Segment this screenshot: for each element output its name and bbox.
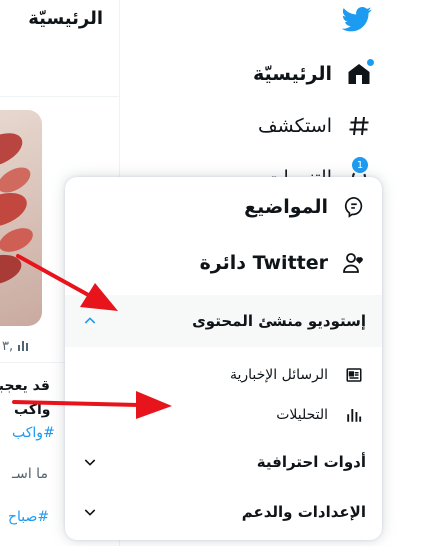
hashtag-link[interactable]: #واكب	[12, 425, 55, 441]
nav-item-label: استكشف	[257, 115, 332, 137]
timeline-text-line: واكب	[14, 402, 51, 418]
analytics-icon	[18, 341, 29, 351]
menu-item-label: إستوديو منشئ المحتوى	[192, 312, 366, 330]
menu-item-analytics[interactable]: التحليلات	[65, 393, 382, 437]
menu-item-twitter-circle[interactable]: دائرة Twitter	[65, 241, 382, 285]
chevron-up-icon	[81, 312, 99, 330]
menu-item-topics[interactable]: المواضيع	[65, 185, 382, 229]
timeline-text-line: ما اسـ	[12, 466, 48, 482]
user-heart-icon	[342, 251, 366, 275]
menu-item-label: الإعدادات والدعم	[241, 503, 366, 521]
newsletter-icon	[342, 363, 366, 387]
notification-badge: 1	[350, 155, 370, 175]
timeline-divider	[0, 96, 119, 97]
twitter-logo-icon[interactable]	[341, 4, 372, 34]
menu-item-creator-studio[interactable]: إستوديو منشئ المحتوى	[65, 295, 382, 347]
menu-item-professional-tools[interactable]: أدوات احترافية	[65, 437, 382, 487]
chevron-down-icon	[81, 453, 99, 471]
menu-item-label: المواضيع	[244, 196, 328, 218]
unread-dot	[367, 59, 374, 66]
topics-icon	[342, 195, 366, 219]
home-icon	[346, 59, 374, 87]
menu-item-label: أدوات احترافية	[256, 453, 366, 471]
nav-item-label: الرئيسيّة	[253, 63, 332, 85]
hashtag-icon	[346, 113, 372, 139]
menu-item-label: دائرة Twitter	[199, 252, 328, 274]
menu-item-label: الرسائل الإخبارية	[229, 367, 328, 383]
nav-item-explore[interactable]: استكشف	[258, 108, 372, 144]
chevron-down-icon	[81, 503, 99, 521]
menu-item-label: التحليلات	[276, 407, 328, 423]
tweet-image[interactable]	[0, 110, 42, 326]
hashtag-link[interactable]: #صباح	[8, 509, 49, 525]
timeline-text-line: قد يعجبـ	[0, 378, 50, 394]
menu-item-settings-support[interactable]: الإعدادات والدعم	[65, 487, 382, 537]
nav-item-home[interactable]: الرئيسيّة	[253, 56, 374, 92]
more-menu: المواضيع دائرة Twitter إستوديو منشئ المح…	[65, 177, 382, 540]
timeline-title: الرئيسيّة	[28, 8, 103, 29]
analytics-icon	[342, 403, 366, 427]
tweet-stats[interactable]: ٣,	[2, 338, 31, 354]
menu-item-newsletters[interactable]: الرسائل الإخبارية	[65, 353, 382, 397]
